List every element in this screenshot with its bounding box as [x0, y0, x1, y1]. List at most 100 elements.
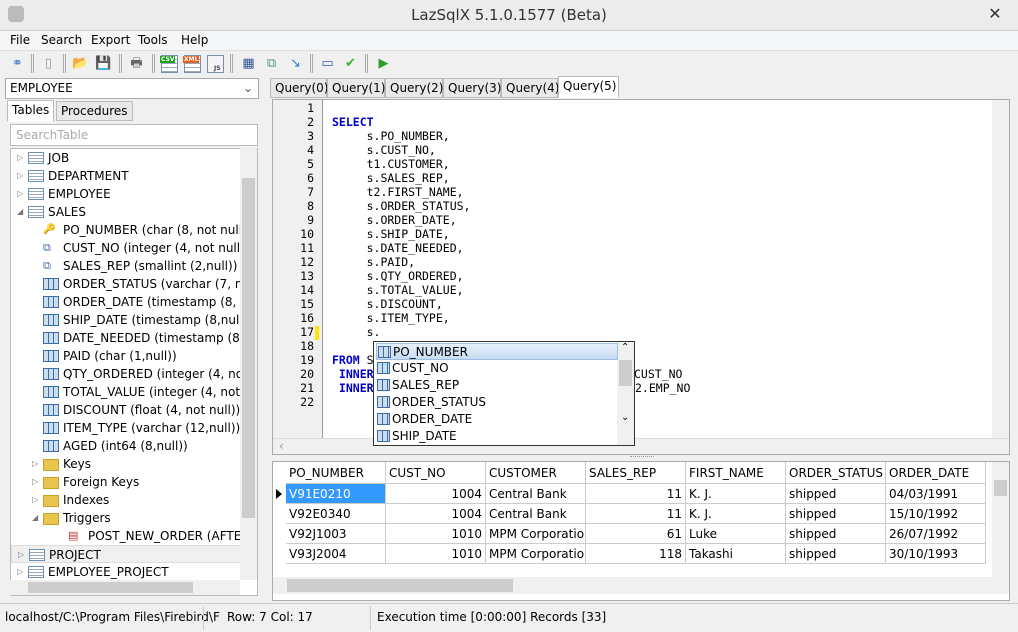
print-icon[interactable]: 🖶: [128, 55, 145, 72]
export-js-icon[interactable]: JS: [207, 55, 224, 73]
tab-query-4[interactable]: Query(4): [501, 78, 559, 98]
grid-cell[interactable]: V92E0340: [286, 504, 386, 524]
export-csv-icon[interactable]: CSV: [160, 55, 178, 73]
tree-item[interactable]: ORDER_DATE (timestamp (8, not: [11, 293, 257, 311]
grid-cell[interactable]: Central Bank: [486, 504, 586, 524]
export-xml-icon[interactable]: XML: [183, 55, 201, 73]
new-icon[interactable]: ▯: [40, 55, 57, 72]
grid-cell[interactable]: 1010: [386, 544, 486, 564]
menu-search[interactable]: Search: [41, 33, 82, 47]
autocomplete-scrollbar[interactable]: ⌃ ⌄: [617, 342, 634, 445]
autocomplete-item[interactable]: PO_NUMBER: [376, 343, 618, 360]
schema-icon[interactable]: ▦: [240, 55, 257, 72]
expand-icon[interactable]: ▷: [32, 473, 40, 491]
grid-cell[interactable]: 61: [586, 524, 686, 544]
tree-item[interactable]: ▷ PROJECT: [11, 545, 241, 563]
tree-item[interactable]: ▷ EMPLOYEE: [11, 185, 241, 203]
column-header[interactable]: ORDER_DATE: [886, 462, 986, 484]
scroll-down-icon[interactable]: ⌄: [621, 412, 629, 423]
scroll-thumb[interactable]: [994, 480, 1007, 496]
tab-tables[interactable]: Tables: [7, 100, 55, 122]
scroll-up-icon[interactable]: ⌃: [621, 342, 629, 353]
tree-item[interactable]: ◢ Triggers: [11, 509, 241, 527]
grid-cell[interactable]: shipped: [786, 484, 886, 504]
menu-tools[interactable]: Tools: [138, 33, 168, 47]
tab-query-3[interactable]: Query(3): [443, 78, 501, 98]
grid-cell[interactable]: Central Bank: [486, 484, 586, 504]
tree-item[interactable]: SHIP_DATE (timestamp (8,null)): [11, 311, 252, 329]
menu-help[interactable]: Help: [181, 33, 208, 47]
tree-item[interactable]: ORDER_STATUS (varchar (7, not n: [11, 275, 257, 293]
column-header[interactable]: CUSTOMER: [486, 462, 586, 484]
grid-cell[interactable]: V91E0210: [286, 484, 386, 504]
grid-cell[interactable]: V92J1003: [286, 524, 386, 544]
tree-item[interactable]: ▤ POST_NEW_ORDER (AFTER INS: [11, 527, 257, 545]
expand-icon[interactable]: ▷: [17, 167, 25, 185]
run-icon[interactable]: ▶: [375, 55, 392, 72]
copy-icon[interactable]: ⧉: [263, 55, 280, 72]
autocomplete-popup[interactable]: ⌃ ⌄ PO_NUMBER CUST_NO SALES_REP ORDER_STATU…: [373, 341, 635, 446]
column-header[interactable]: ORDER_STATUS: [786, 462, 886, 484]
grid-cell[interactable]: shipped: [786, 524, 886, 544]
grid-cell[interactable]: 11: [586, 504, 686, 524]
menu-export[interactable]: Export: [91, 33, 130, 47]
grid-cell[interactable]: 15/10/1992: [886, 504, 986, 524]
tree-item[interactable]: ▷ Foreign Keys: [11, 473, 241, 491]
tree-item[interactable]: ▷ Keys: [11, 455, 241, 473]
scroll-thumb[interactable]: [287, 579, 513, 592]
import-icon[interactable]: ↘: [287, 55, 304, 72]
grid-cell[interactable]: MPM Corporation: [486, 524, 586, 544]
grid-horizontal-scrollbar[interactable]: [273, 577, 1009, 594]
grid-cell[interactable]: 26/07/1992: [886, 524, 986, 544]
tree-item[interactable]: ▷ EMPLOYEE_PROJECT: [11, 563, 241, 581]
grid-cell[interactable]: K. J.: [686, 484, 786, 504]
scroll-thumb[interactable]: [619, 360, 632, 386]
tree-item[interactable]: TOTAL_VALUE (integer (4, not nu: [11, 383, 257, 401]
editor-vertical-scrollbar[interactable]: [992, 100, 1009, 438]
connect-icon[interactable]: ⚭: [9, 55, 26, 72]
column-header[interactable]: FIRST_NAME: [686, 462, 786, 484]
tree-item[interactable]: AGED (int64 (8,null)): [11, 437, 241, 455]
grid-cell[interactable]: K. J.: [686, 504, 786, 524]
autocomplete-item[interactable]: CUST_NO: [376, 360, 618, 377]
check-icon[interactable]: ✔: [342, 55, 359, 72]
grid-cell[interactable]: 1004: [386, 504, 486, 524]
tree-horizontal-scrollbar[interactable]: [10, 580, 240, 595]
database-select[interactable]: EMPLOYEE ⌄: [5, 78, 259, 99]
search-table-input[interactable]: SearchTable: [10, 124, 258, 146]
tree-item[interactable]: PAID (char (1,null)): [11, 347, 241, 365]
open-icon[interactable]: 📂: [72, 55, 89, 72]
grid-cell[interactable]: 1004: [386, 484, 486, 504]
tree-item[interactable]: DATE_NEEDED (timestamp (8,null: [11, 329, 257, 347]
grid-cell[interactable]: 04/03/1991: [886, 484, 986, 504]
grid-cell[interactable]: 1010: [386, 524, 486, 544]
tree-item[interactable]: QTY_ORDERED (integer (4, not nu: [11, 365, 257, 383]
grid-cell[interactable]: Luke: [686, 524, 786, 544]
autocomplete-item[interactable]: ORDER_DATE: [376, 411, 618, 428]
tab-procedures[interactable]: Procedures: [56, 101, 133, 121]
expand-icon[interactable]: ▷: [18, 546, 26, 564]
column-header[interactable]: CUST_NO: [386, 462, 486, 484]
grid-cell[interactable]: Takashi: [686, 544, 786, 564]
tree-item[interactable]: ITEM_TYPE (varchar (12,null)): [11, 419, 241, 437]
tree-vertical-scrollbar[interactable]: [240, 148, 257, 580]
expand-icon[interactable]: ▷: [32, 455, 40, 473]
expand-icon[interactable]: ▷: [17, 185, 25, 203]
scroll-thumb[interactable]: [242, 178, 255, 518]
splitter-handle[interactable]: [630, 456, 654, 459]
tab-query-0[interactable]: Query(0): [270, 78, 328, 98]
tab-query-2[interactable]: Query(2): [385, 78, 443, 98]
menu-file[interactable]: File: [10, 33, 30, 47]
column-header[interactable]: SALES_REP: [586, 462, 686, 484]
expand-icon[interactable]: ▷: [32, 491, 40, 509]
tree-item[interactable]: ⧉ SALES_REP (smallint (2,null)): [11, 257, 241, 275]
tab-query-5[interactable]: Query(5): [558, 76, 619, 98]
tree-item[interactable]: DISCOUNT (float (4, not null)): [11, 401, 241, 419]
grid-cell[interactable]: 118: [586, 544, 686, 564]
tree-item[interactable]: 🔑 PO_NUMBER (char (8, not null)): [11, 221, 251, 239]
autocomplete-item[interactable]: SALES_REP: [376, 377, 618, 394]
save-icon[interactable]: 💾: [95, 55, 112, 72]
autocomplete-item[interactable]: ORDER_STATUS: [376, 394, 618, 411]
expand-icon[interactable]: ▷: [17, 563, 25, 581]
scroll-thumb[interactable]: [28, 582, 193, 593]
